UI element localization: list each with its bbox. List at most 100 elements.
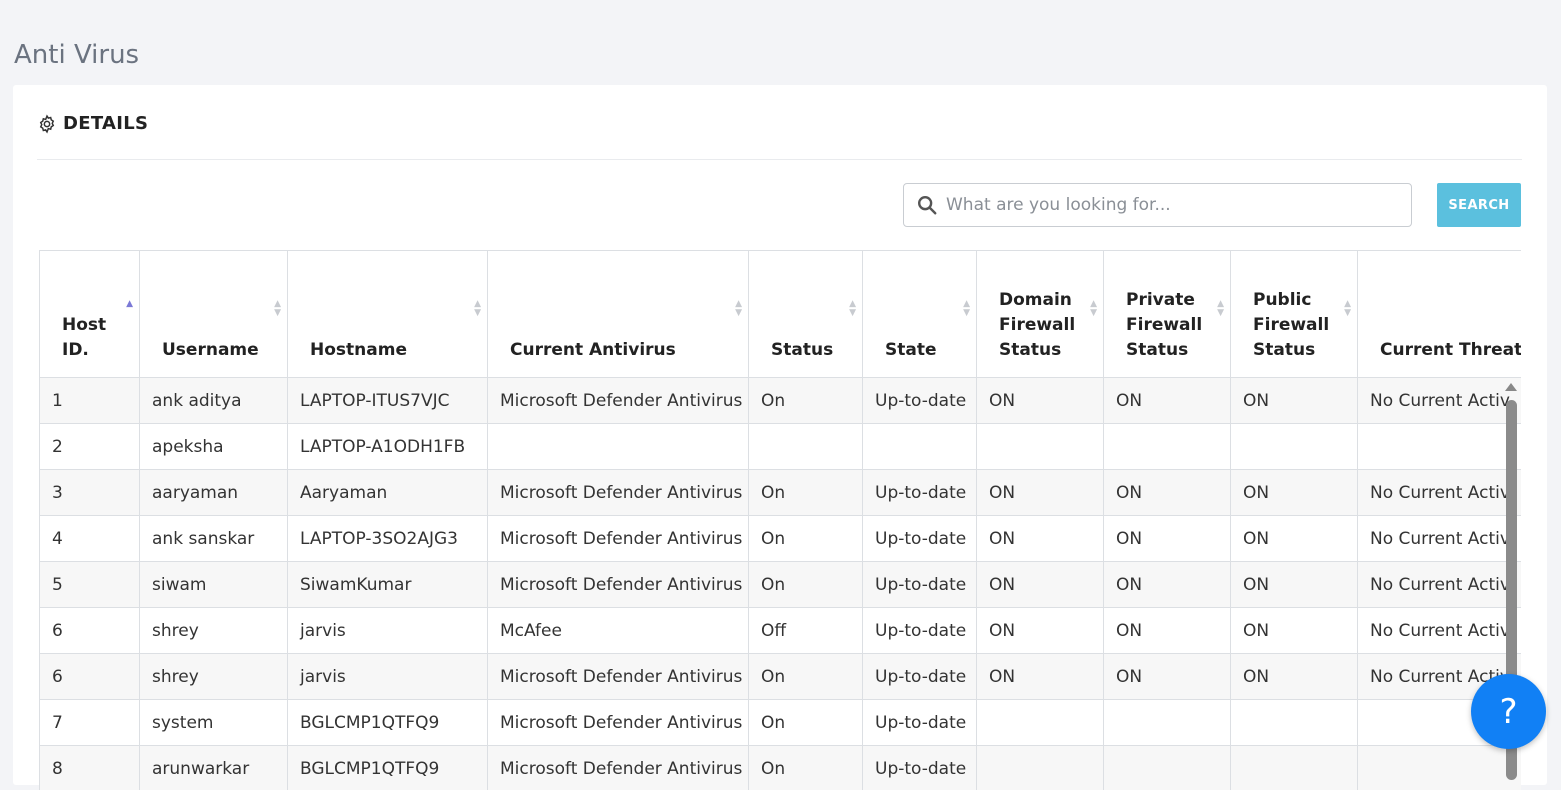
table-cell: ON [1231,516,1358,562]
table-cell: ank sanskar [140,516,288,562]
search-field[interactable] [903,183,1412,227]
table-cell: On [749,700,863,746]
table-cell: shrey [140,608,288,654]
table-cell: apeksha [140,424,288,470]
details-title: DETAILS [63,113,148,134]
table-row[interactable]: 7systemBGLCMP1QTFQ9Microsoft Defender An… [40,700,1522,746]
table-cell: On [749,378,863,424]
column-header[interactable]: Hostname ▲▼ [288,251,488,378]
table-cell: ON [1104,562,1231,608]
column-header-label: Private Firewall Status [1126,290,1202,360]
sort-icon[interactable]: ▲▼ [1344,301,1351,317]
table-cell: 6 [40,608,140,654]
table-cell: ON [1231,608,1358,654]
table-cell: ON [977,470,1104,516]
column-header[interactable]: Public Firewall Status▲▼ [1231,251,1358,378]
search-icon [916,194,938,216]
table-cell [488,424,749,470]
table-cell: Off [749,608,863,654]
column-header[interactable]: Current Antivirus ▲▼ [488,251,749,378]
table-body: 1ank adityaLAPTOP-ITUS7VJCMicrosoft Defe… [40,378,1522,790]
table-cell: No Current Activ [1358,516,1522,562]
table-cell: No Current Activ [1358,470,1522,516]
column-header[interactable]: Private Firewall Status ▲▼ [1104,251,1231,378]
table-row[interactable]: 4ank sanskarLAPTOP-3SO2AJG3Microsoft Def… [40,516,1522,562]
table-cell: On [749,470,863,516]
search-button[interactable]: SEARCH [1437,183,1521,227]
table-cell: On [749,562,863,608]
table-row[interactable]: 6shreyjarvisMicrosoft Defender Antivirus… [40,654,1522,700]
table-cell: Microsoft Defender Antivirus [488,654,749,700]
gear-icon [37,114,57,134]
table-cell: No Current Activ [1358,608,1522,654]
details-header: DETAILS [37,113,148,134]
table-cell [977,700,1104,746]
table-cell: ON [1231,378,1358,424]
table-cell [1231,424,1358,470]
column-header[interactable]: Current Threat N▲▼ [1358,251,1522,378]
column-header-label: Username [162,340,259,360]
help-button[interactable]: ? [1471,674,1546,749]
column-header[interactable]: State ▲▼ [863,251,977,378]
column-header-label: Status [771,340,833,360]
table-cell [749,424,863,470]
sort-icon[interactable]: ▲▼ [274,301,281,317]
table-cell: ON [977,608,1104,654]
table-cell [863,424,977,470]
sort-icon[interactable]: ▲▼ [1090,301,1097,317]
table-cell: Microsoft Defender Antivirus [488,516,749,562]
table-cell: No Current Activ [1358,378,1522,424]
sort-icon[interactable]: ▲▼ [963,301,970,317]
table-cell: ON [977,378,1104,424]
table-cell: siwam [140,562,288,608]
details-card: DETAILS SEARCH Host ID.▲Username▲▼Hostna… [13,85,1547,785]
table-cell: Microsoft Defender Antivirus [488,700,749,746]
table-cell: McAfee [488,608,749,654]
table-cell: jarvis [288,608,488,654]
column-header[interactable]: Username ▲▼ [140,251,288,378]
table-cell: shrey [140,654,288,700]
sort-icon[interactable]: ▲▼ [474,301,481,317]
column-header-label: State [885,340,937,360]
table-cell [1231,700,1358,746]
table-cell: ON [977,654,1104,700]
column-header-label: Hostname [310,340,407,360]
table-cell: ON [977,516,1104,562]
column-header[interactable]: Domain Firewall Status ▲▼ [977,251,1104,378]
table-cell: LAPTOP-3SO2AJG3 [288,516,488,562]
sort-icon[interactable]: ▲▼ [735,301,742,317]
table-cell: Up-to-date [863,516,977,562]
table-cell: 4 [40,516,140,562]
table-cell: ON [1104,378,1231,424]
table-cell: 3 [40,470,140,516]
sort-icon[interactable]: ▲ [126,301,133,310]
sort-icon[interactable]: ▲▼ [849,301,856,317]
table-row[interactable]: 6shreyjarvisMcAfeeOffUp-to-dateONONONNo … [40,608,1522,654]
table-row[interactable]: 5siwamSiwamKumarMicrosoft Defender Antiv… [40,562,1522,608]
column-header[interactable]: Status ▲▼ [749,251,863,378]
table-cell: jarvis [288,654,488,700]
table-row[interactable]: 2apekshaLAPTOP-A1ODH1FB [40,424,1522,470]
table-cell: Up-to-date [863,470,977,516]
antivirus-table: Host ID.▲Username▲▼Hostname▲▼Current Ant… [39,250,1521,790]
column-header[interactable]: Host ID.▲ [40,251,140,378]
scroll-up-arrow[interactable] [1505,383,1517,391]
search-input[interactable] [946,184,1411,226]
table-cell: ON [977,562,1104,608]
table-cell: ON [1104,654,1231,700]
page-title: Anti Virus [14,40,139,70]
help-icon: ? [1499,692,1517,732]
table-header-row: Host ID.▲Username▲▼Hostname▲▼Current Ant… [40,251,1522,378]
table-cell: ON [1231,562,1358,608]
table-cell: ON [1104,470,1231,516]
column-header-label: Domain Firewall Status [999,290,1075,360]
table-cell: On [749,516,863,562]
antivirus-table-container[interactable]: Host ID.▲Username▲▼Hostname▲▼Current Ant… [39,250,1521,790]
column-header-label: Current Antivirus [510,340,676,360]
table-cell [1104,700,1231,746]
table-cell: SiwamKumar [288,562,488,608]
table-row[interactable]: 3aaryamanAaryamanMicrosoft Defender Anti… [40,470,1522,516]
sort-icon[interactable]: ▲▼ [1217,301,1224,317]
table-row[interactable]: 1ank adityaLAPTOP-ITUS7VJCMicrosoft Defe… [40,378,1522,424]
table-cell: ON [1104,516,1231,562]
